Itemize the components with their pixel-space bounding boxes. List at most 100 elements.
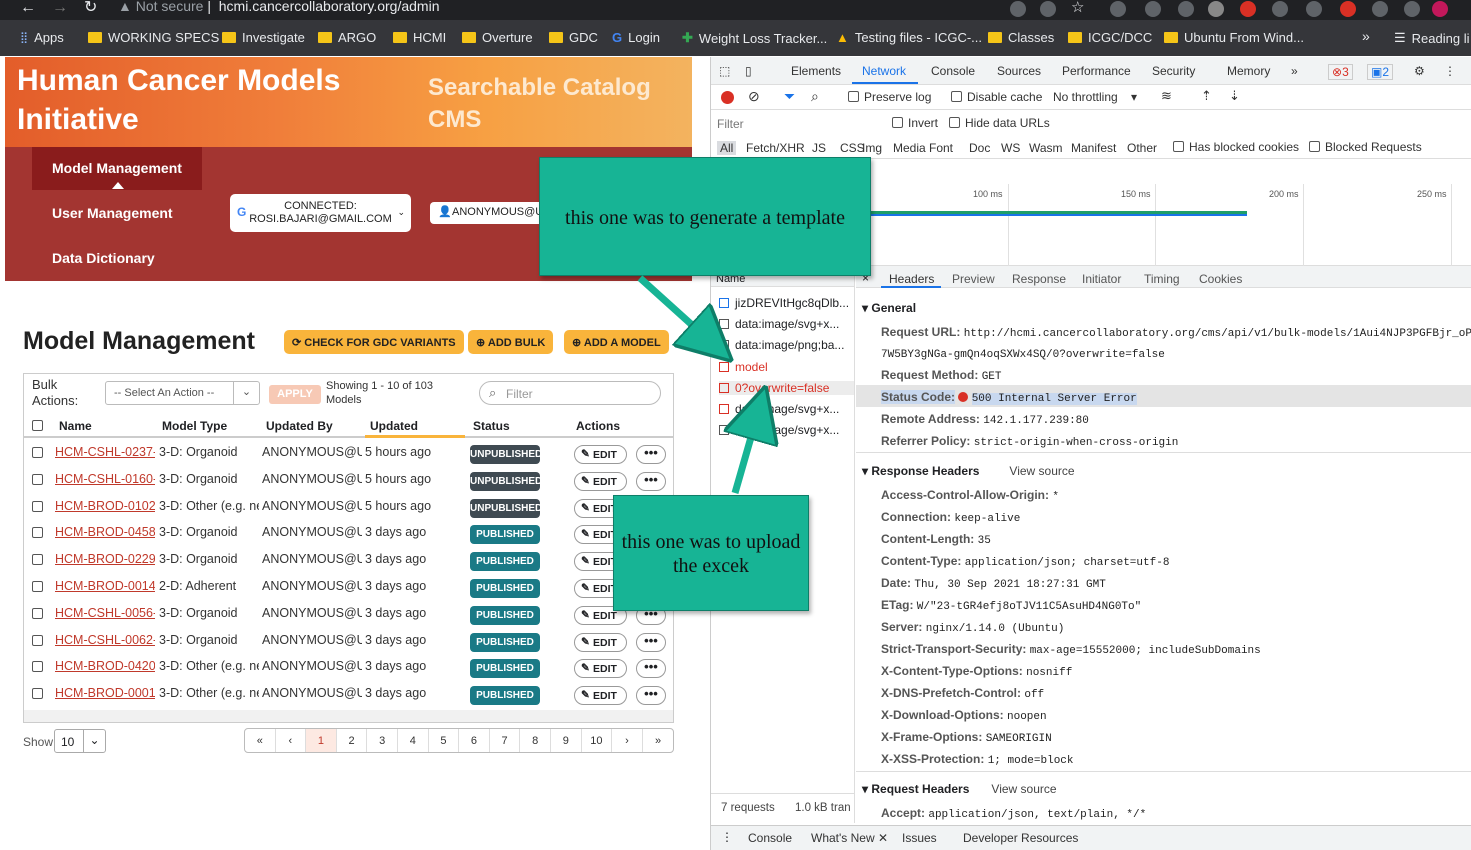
type-filter-img[interactable]: Img (862, 141, 882, 155)
page-button[interactable]: 2 (337, 729, 368, 752)
invert-checkbox[interactable]: Invert (892, 116, 938, 130)
type-filter-doc[interactable]: Doc (969, 141, 990, 155)
url-field[interactable]: ▲ Not secure | hcmi.cancercollaboratory.… (118, 0, 440, 14)
next-page-button[interactable]: › (612, 729, 643, 752)
message-count-badge[interactable]: ▣2 (1367, 64, 1394, 80)
tab-performance[interactable]: Performance (1062, 64, 1131, 78)
bookmark-item[interactable]: GDC (549, 30, 598, 45)
row-checkbox[interactable] (32, 554, 43, 566)
tab-elements[interactable]: Elements (791, 64, 841, 78)
edit-button[interactable]: ✎ EDIT (574, 632, 627, 652)
drawer-tab-developer-resources[interactable]: Developer Resources (963, 831, 1078, 845)
type-filter-media[interactable]: Media (893, 141, 926, 155)
model-name-link[interactable]: HCM-CSHL-0062-C (55, 633, 155, 647)
more-actions-button[interactable]: ••• (636, 686, 666, 706)
tab-cookies[interactable]: Cookies (1199, 272, 1242, 286)
record-icon[interactable] (721, 91, 734, 104)
kebab-menu-icon[interactable]: ⋮ (1444, 64, 1456, 78)
forward-icon[interactable]: → (52, 0, 68, 16)
row-checkbox[interactable] (32, 661, 43, 673)
more-actions-button[interactable]: ••• (636, 632, 666, 652)
search-icon[interactable]: ⌕ (811, 88, 819, 105)
model-name-link[interactable]: HCM-BROD-0420-C (55, 659, 155, 673)
model-name-link[interactable]: HCM-BROD-0014-C (55, 579, 155, 593)
type-filter-font[interactable]: Font (929, 141, 953, 155)
chevron-right-icon[interactable]: » (1362, 28, 1370, 44)
filter-input[interactable]: ⌕ Filter (479, 381, 661, 405)
edit-button[interactable]: ✎ EDIT (574, 686, 627, 706)
request-row[interactable]: data:image/svg+x... (719, 402, 854, 416)
tab-preview[interactable]: Preview (952, 272, 995, 286)
nav-item-data-dictionary[interactable]: Data Dictionary (52, 250, 155, 266)
bookmark-item[interactable]: ARGO (318, 30, 376, 45)
request-row[interactable]: model (719, 360, 854, 374)
page-size-select[interactable]: 10 ⌄ (54, 729, 106, 753)
first-page-button[interactable]: « (245, 729, 276, 752)
bookmark-item[interactable]: ICGC/DCC (1068, 30, 1152, 45)
more-actions-button[interactable]: ••• (636, 471, 666, 491)
more-actions-button[interactable]: ••• (636, 445, 666, 464)
page-button[interactable]: 7 (490, 729, 521, 752)
extension-icon[interactable] (1208, 1, 1224, 17)
row-checkbox[interactable] (32, 527, 43, 539)
extension-icon[interactable] (1178, 1, 1194, 17)
page-button[interactable]: 1 (306, 729, 337, 752)
preserve-log-checkbox[interactable]: Preserve log (848, 90, 931, 104)
row-checkbox[interactable] (32, 688, 43, 700)
check-gdc-variants-button[interactable]: ⟳ CHECK FOR GDC VARIANTS (284, 330, 464, 354)
clear-icon[interactable]: ⊘ (748, 88, 760, 105)
add-bulk-button[interactable]: ⊕ ADD BULK (468, 330, 554, 354)
inspect-icon[interactable]: ⬚ (719, 64, 730, 78)
bookmark-item[interactable]: ✚ Weight Loss Tracker... (682, 30, 827, 46)
tab-timing[interactable]: Timing (1144, 272, 1180, 286)
gear-icon[interactable]: ⚙ (1414, 64, 1425, 78)
bookmark-item[interactable]: WORKING SPECS (88, 30, 219, 45)
throttling-select[interactable]: No throttling ▾ (1053, 90, 1137, 104)
drawer-tab-issues[interactable]: Issues (902, 831, 937, 845)
page-button[interactable]: 5 (429, 729, 460, 752)
type-filter-fetchxhr[interactable]: Fetch/XHR (746, 141, 805, 155)
import-icon[interactable]: ⇡ (1201, 88, 1212, 104)
star-icon[interactable]: ☆ (1071, 0, 1084, 16)
prev-page-button[interactable]: ‹ (276, 729, 307, 752)
page-button[interactable]: 4 (398, 729, 429, 752)
avatar[interactable] (1432, 1, 1448, 17)
extension-icon[interactable] (1272, 1, 1288, 17)
edit-button[interactable]: ✎ EDIT (574, 659, 627, 679)
row-checkbox[interactable] (32, 447, 43, 458)
connected-account-dropdown[interactable]: G CONNECTED: ROSI.BAJARI@GMAIL.COM ⌄ (230, 194, 411, 232)
view-source-link[interactable]: View source (1009, 464, 1074, 478)
page-button[interactable]: 8 (520, 729, 551, 752)
extension-icon[interactable] (1372, 1, 1388, 17)
column-header[interactable]: Model Type (162, 419, 227, 433)
column-header[interactable]: Status (473, 419, 510, 433)
edit-button[interactable]: ✎ EDIT (574, 445, 627, 464)
model-name-link[interactable]: HCM-CSHL-0237-C (55, 445, 155, 459)
model-name-link[interactable]: HCM-BROD-0102-C (55, 499, 155, 513)
row-checkbox[interactable] (32, 500, 43, 512)
row-checkbox[interactable] (32, 607, 43, 619)
type-filter-all[interactable]: All (717, 141, 737, 155)
tab-console[interactable]: Console (931, 64, 975, 78)
bookmark-item[interactable]: HCMI (393, 30, 446, 45)
extension-icon[interactable] (1110, 1, 1126, 17)
tab-headers[interactable]: Headers (889, 272, 934, 286)
type-filter-wasm[interactable]: Wasm (1029, 141, 1063, 155)
extension-icon[interactable] (1145, 1, 1161, 17)
apply-button[interactable]: APPLY (269, 385, 321, 404)
filter-icon[interactable]: ⏷ (784, 88, 795, 105)
type-filter-js[interactable]: JS (812, 141, 826, 155)
edit-button[interactable]: ✎ EDIT (574, 471, 627, 491)
drawer-tab-console[interactable]: Console (748, 831, 792, 845)
row-checkbox[interactable] (32, 634, 43, 646)
kebab-menu-icon[interactable]: ⋮ (721, 830, 733, 844)
disable-cache-checkbox[interactable]: Disable cache (951, 90, 1042, 104)
bookmark-item[interactable]: Investigate (222, 30, 305, 45)
bookmark-apps[interactable]: ⣿ Apps (20, 30, 64, 45)
back-icon[interactable]: ← (20, 0, 36, 16)
general-section[interactable]: ▾ General (862, 301, 916, 315)
page-button[interactable]: 9 (551, 729, 582, 752)
more-tabs-icon[interactable]: » (1291, 64, 1298, 78)
column-header[interactable]: Updated By (266, 419, 333, 433)
type-filter-manifest[interactable]: Manifest (1071, 141, 1116, 155)
